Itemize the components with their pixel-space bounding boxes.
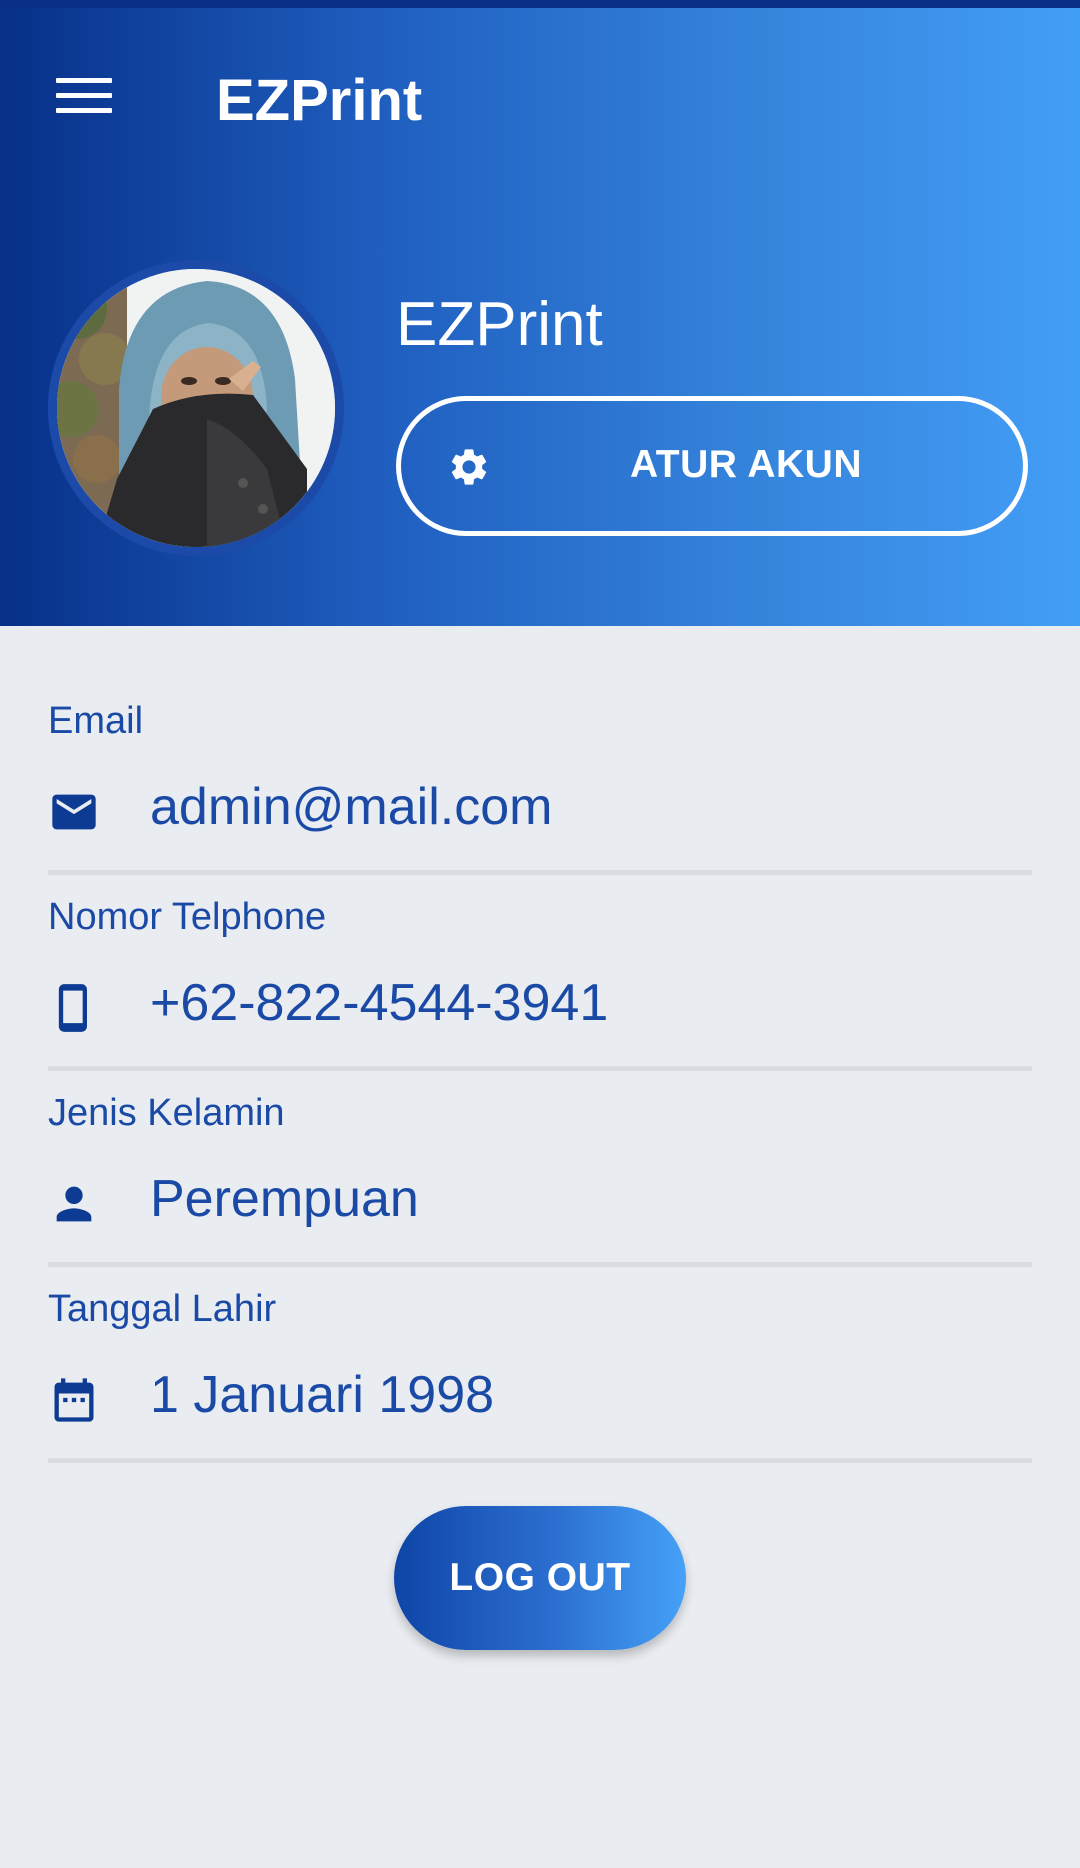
field-value[interactable]: +62-822-4544-3941 (150, 972, 608, 1034)
birthdate-field: Tanggal Lahir 1 Januari 1998 (48, 1286, 1032, 1486)
person-icon (56, 1186, 92, 1222)
top-accent-bar (0, 0, 1080, 8)
field-divider (48, 870, 1032, 875)
gender-field: Jenis Kelamin Perempuan (48, 1090, 1032, 1290)
field-value[interactable]: admin@mail.com (150, 776, 552, 838)
calendar-icon (54, 1378, 94, 1422)
app-title: EZPrint (216, 68, 423, 133)
avatar (48, 260, 344, 556)
account-settings-button[interactable]: ATUR AKUN (396, 396, 1028, 536)
logout-label: LOG OUT (449, 1556, 631, 1599)
field-label: Tanggal Lahir (48, 1288, 277, 1330)
phone-icon (58, 984, 87, 1032)
email-icon (52, 794, 96, 830)
account-settings-label: ATUR AKUN (630, 443, 862, 486)
field-divider (48, 1066, 1032, 1071)
profile-name: EZPrint (396, 290, 603, 359)
field-value[interactable]: 1 Januari 1998 (150, 1364, 494, 1426)
logout-button[interactable]: LOG OUT (394, 1506, 686, 1650)
avatar-photo (57, 269, 335, 547)
email-field: Email admin@mail.com (48, 698, 1032, 898)
field-divider (48, 1262, 1032, 1267)
field-label: Nomor Telphone (48, 896, 327, 938)
profile-header: EZPrint EZPrint ATUR AKUN (0, 8, 1080, 626)
field-value[interactable]: Perempuan (150, 1168, 419, 1230)
phone-field: Nomor Telphone +62-822-4544-3941 (48, 894, 1032, 1094)
field-label: Email (48, 700, 144, 742)
hamburger-menu-icon[interactable] (56, 72, 112, 120)
field-divider (48, 1458, 1032, 1463)
field-label: Jenis Kelamin (48, 1092, 285, 1134)
